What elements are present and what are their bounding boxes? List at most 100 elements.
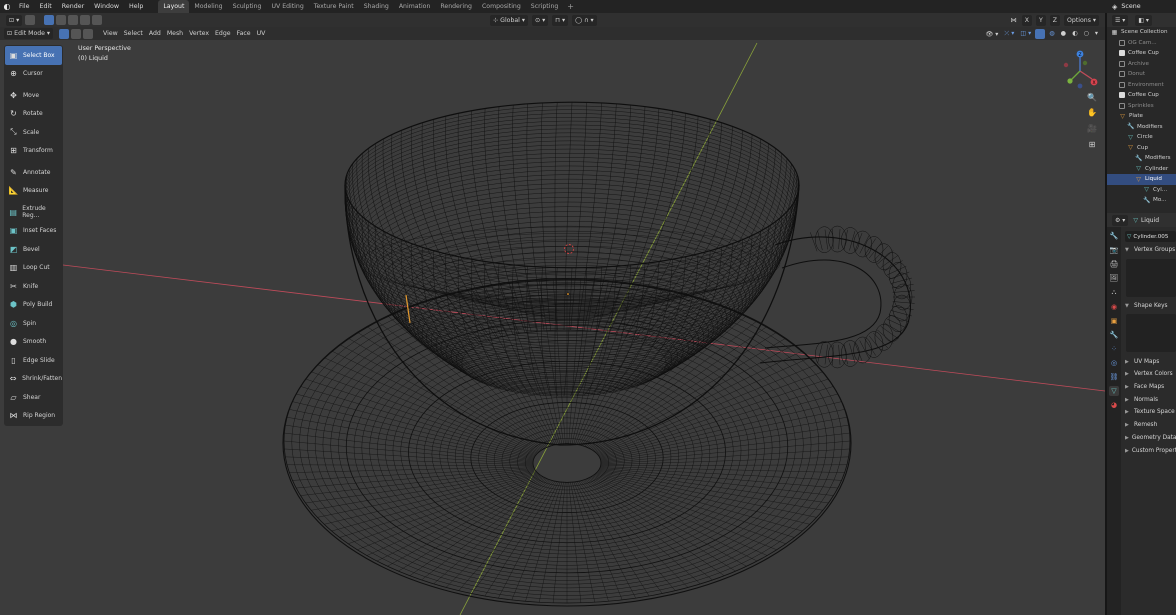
camera-view-icon[interactable]: 🎥	[1085, 121, 1099, 135]
scene-selector[interactable]: ◈ Scene	[1106, 0, 1176, 13]
gizmo-toggle-icon[interactable]: ⤫ ▾	[1001, 28, 1017, 39]
tool-measure[interactable]: 📐 Measure	[5, 182, 62, 201]
tab-rendering[interactable]: Rendering	[435, 0, 477, 13]
tool-rotate[interactable]: ↻ Rotate	[5, 105, 62, 124]
constraints-icon[interactable]: ⛓	[1109, 372, 1119, 382]
outliner-row[interactable]: ▽ Cup	[1107, 143, 1176, 154]
shading-rendered-icon[interactable]: ○	[1080, 28, 1091, 39]
view-layer-icon[interactable]: 🖼	[1109, 273, 1119, 283]
panel-vertex-groups[interactable]: ▼ Vertex Groups	[1123, 244, 1176, 257]
orientation-dropdown[interactable]: ⊹ Global ▾	[490, 14, 528, 26]
tool-smooth[interactable]: ● Smooth	[5, 333, 62, 352]
tool-edge-slide[interactable]: ▯ Edge Slide	[5, 351, 62, 370]
blender-logo-icon[interactable]: ◐	[0, 0, 14, 13]
panel-uv-maps[interactable]: ▶ UV Maps	[1123, 355, 1176, 368]
outliner-row[interactable]: ▽ Circle	[1107, 132, 1176, 143]
panel-shape-keys[interactable]: ▼ Shape Keys	[1123, 300, 1176, 313]
viewport-menu-add[interactable]: Add	[146, 28, 164, 39]
object-props-icon[interactable]: ▣	[1109, 316, 1119, 326]
tool-shear[interactable]: ▱ Shear	[5, 388, 62, 407]
panel-face-maps[interactable]: ▶ Face Maps	[1123, 381, 1176, 394]
tab-layout[interactable]: Layout	[158, 0, 190, 13]
add-workspace-button[interactable]: +	[563, 2, 578, 11]
outliner-row[interactable]: Environment	[1107, 80, 1176, 91]
outliner-filter[interactable]: ◧ ▾	[1135, 14, 1152, 26]
outliner-row[interactable]: OG Cam...	[1107, 38, 1176, 49]
tool-spin[interactable]: ◎ Spin	[5, 314, 62, 333]
properties-editor-type[interactable]: ⚙ ▾	[1112, 214, 1129, 226]
menu-render[interactable]: Render	[57, 0, 89, 13]
visibility-icon[interactable]: 👁 ▾	[982, 28, 1001, 39]
material-props-icon[interactable]: ◕	[1109, 400, 1119, 410]
select-mode-extend-icon[interactable]	[56, 15, 67, 25]
select-mode-intersect-icon[interactable]	[92, 15, 103, 25]
viewport-menu-uv[interactable]: UV	[254, 28, 269, 39]
tab-uv-editing[interactable]: UV Editing	[266, 0, 308, 13]
pivot-dropdown[interactable]: ⊙ ▾	[531, 14, 549, 26]
collection-checkbox[interactable]	[1119, 102, 1125, 109]
menu-edit[interactable]: Edit	[35, 0, 57, 13]
tool-select-box[interactable]: ▣ Select Box	[5, 46, 62, 65]
overlay-toggle-icon[interactable]: ◫ ▾	[1017, 28, 1034, 39]
tool-props-icon[interactable]: 🔧	[1109, 231, 1119, 241]
scene-props-icon[interactable]: ⛬	[1109, 287, 1119, 297]
tab-scripting[interactable]: Scripting	[526, 0, 564, 13]
tool-extrude-reg[interactable]: ▤ Extrude Reg...	[5, 203, 62, 222]
tool-poly-build[interactable]: ⬢ Poly Build	[5, 296, 62, 315]
zoom-icon[interactable]: 🔍	[1085, 90, 1099, 104]
viewport-menu-vertex[interactable]: Vertex	[186, 28, 212, 39]
select-tool-icon[interactable]	[25, 15, 36, 25]
vertex-select-icon[interactable]	[59, 28, 70, 39]
outliner-row[interactable]: 🔧 Modifiers	[1107, 153, 1176, 164]
mesh-name-field[interactable]: ▽ Cylinder.005	[1125, 231, 1176, 242]
editor-type-button[interactable]: ⊡ ▾	[6, 14, 23, 26]
outliner-row[interactable]: ▽ Liquid	[1107, 174, 1176, 185]
panel-texture-space[interactable]: ▶ Texture Space	[1123, 406, 1176, 419]
panel-normals[interactable]: ▶ Normals	[1123, 393, 1176, 406]
viewport-menu-edge[interactable]: Edge	[212, 28, 234, 39]
collection-checkbox[interactable]	[1119, 50, 1125, 57]
menu-help[interactable]: Help	[124, 0, 148, 13]
tab-compositing[interactable]: Compositing	[477, 0, 526, 13]
select-mode-new-icon[interactable]	[44, 15, 55, 25]
tool-shrink-fatten[interactable]: ⇔ Shrink/Fatten	[5, 370, 62, 389]
collection-checkbox[interactable]	[1119, 71, 1125, 78]
outliner-editor-type[interactable]: ☰ ▾	[1112, 14, 1129, 26]
tool-transform[interactable]: ⊞ Transform	[5, 142, 62, 161]
edge-select-icon[interactable]	[71, 28, 82, 39]
outliner-row[interactable]: ▽ Plate	[1107, 111, 1176, 122]
face-select-icon[interactable]	[83, 28, 94, 39]
proportional-edit-toggle[interactable]: ◯ ∩ ▾	[572, 14, 597, 26]
tool-loop-cut[interactable]: ▥ Loop Cut	[5, 259, 62, 278]
tool-annotate[interactable]: ✎ Annotate	[5, 163, 62, 182]
outliner-row[interactable]: 🔧 Mo...	[1107, 195, 1176, 206]
output-props-icon[interactable]: 🖨	[1109, 259, 1119, 269]
outliner-row[interactable]: 🔧 Modifiers	[1107, 122, 1176, 133]
mirror-y[interactable]: Y	[1036, 14, 1046, 26]
shading-options-icon[interactable]: ▾	[1092, 28, 1101, 39]
outliner-row[interactable]: Sprinkles	[1107, 101, 1176, 112]
collection-checkbox[interactable]	[1119, 60, 1125, 67]
shading-wireframe-icon[interactable]: ◍	[1046, 28, 1057, 39]
select-mode-invert-icon[interactable]	[80, 15, 91, 25]
outliner-row[interactable]: Archive	[1107, 59, 1176, 70]
select-mode-subtract-icon[interactable]	[68, 15, 79, 25]
panel-geometry-data[interactable]: ▶ Geometry Data	[1123, 432, 1176, 445]
outliner-row[interactable]: Donut	[1107, 69, 1176, 80]
outliner-row[interactable]: ▦ Scene Collection	[1107, 27, 1176, 38]
collection-checkbox[interactable]	[1119, 81, 1125, 88]
render-props-icon[interactable]: 📷	[1109, 245, 1119, 255]
panel-custom-properties[interactable]: ▶Custom Properties	[1123, 444, 1176, 457]
navigation-gizmo[interactable]: X Z	[1058, 49, 1102, 93]
world-props-icon[interactable]: ◉	[1109, 302, 1119, 312]
panel-vertex-colors[interactable]: ▶ Vertex Colors	[1123, 368, 1176, 381]
tool-move[interactable]: ✥ Move	[5, 86, 62, 105]
outliner-row[interactable]: ▽ Cyl...	[1107, 185, 1176, 196]
viewport-menu-face[interactable]: Face	[234, 28, 254, 39]
pan-hand-icon[interactable]: ✋	[1085, 105, 1099, 119]
tool-inset-faces[interactable]: ▣ Inset Faces	[5, 222, 62, 241]
tab-sculpting[interactable]: Sculpting	[228, 0, 267, 13]
tool-rip-region[interactable]: ⋈ Rip Region	[5, 407, 62, 426]
menu-window[interactable]: Window	[89, 0, 124, 13]
options-dropdown[interactable]: Options ▾	[1064, 14, 1099, 26]
